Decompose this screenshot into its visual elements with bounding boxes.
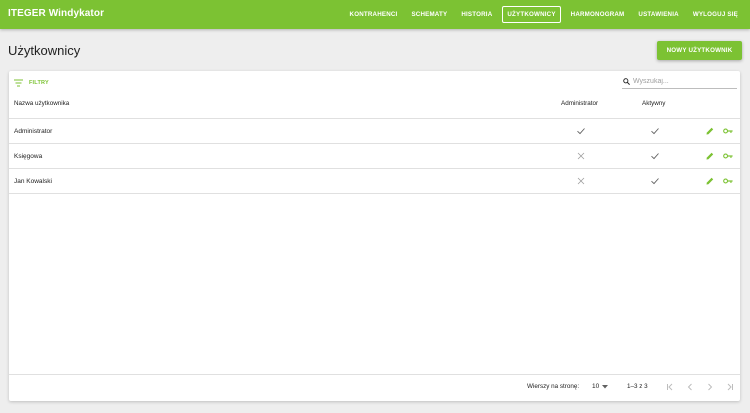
user-name: Jan Kowalski	[14, 178, 52, 185]
first-page-icon[interactable]	[666, 383, 674, 391]
nav-item-kontrahenci[interactable]: KONTRAHENCI	[346, 6, 402, 23]
filter-button[interactable]: FILTRY	[14, 77, 49, 89]
table-row[interactable]: Jan Kowalski	[9, 169, 740, 194]
footer-divider	[9, 374, 740, 375]
close-icon	[577, 177, 585, 185]
search-box	[622, 74, 737, 89]
column-header-active[interactable]: Aktywny	[642, 100, 665, 107]
column-header-admin[interactable]: Administrator	[561, 100, 598, 107]
page-title: Użytkownicy	[8, 43, 81, 58]
nav-item-ustawienia[interactable]: USTAWIENIA	[634, 6, 682, 23]
last-page-icon[interactable]	[726, 383, 734, 391]
nav-item-harmonogram[interactable]: HARMONOGRAM	[567, 6, 629, 23]
key-icon[interactable]	[723, 177, 733, 185]
users-table-card: FILTRY Nazwa użytkownika Administrator A…	[9, 71, 740, 401]
check-icon	[651, 128, 659, 135]
table-row[interactable]: Księgowa	[9, 144, 740, 169]
nav-item-schematy[interactable]: SCHEMATY	[407, 6, 451, 23]
search-input[interactable]	[633, 75, 733, 87]
rows-per-page-value: 10	[592, 383, 600, 390]
pagination-range: 1–3 z 3	[627, 383, 648, 390]
check-icon	[651, 178, 659, 185]
filter-list-icon	[14, 79, 23, 87]
key-icon[interactable]	[723, 152, 733, 160]
search-icon	[623, 78, 630, 85]
rows-per-page-label: Wierszy na stronę:	[527, 383, 580, 390]
app-title: ITEGER Windykator	[8, 8, 105, 19]
table-row[interactable]: Administrator	[9, 119, 740, 144]
new-user-button[interactable]: NOWY UŻYTKOWNIK	[657, 41, 742, 60]
rows-per-page-select[interactable]: 10	[592, 381, 609, 392]
main-nav: KONTRAHENCI SCHEMATY HISTORIA UŻYTKOWNIC…	[340, 5, 742, 24]
key-icon[interactable]	[723, 127, 733, 135]
check-icon	[651, 153, 659, 160]
close-icon	[577, 152, 585, 160]
user-name: Księgowa	[14, 153, 43, 160]
app-bar: ITEGER Windykator KONTRAHENCI SCHEMATY H…	[0, 0, 750, 29]
edit-icon[interactable]	[706, 127, 714, 135]
user-name: Administrator	[14, 128, 53, 135]
chevron-down-icon	[602, 384, 609, 388]
prev-page-icon[interactable]	[686, 383, 694, 391]
edit-icon[interactable]	[706, 152, 714, 160]
nav-item-uzytkownicy[interactable]: UŻYTKOWNICY	[502, 6, 561, 23]
next-page-icon[interactable]	[706, 383, 714, 391]
nav-item-wyloguj[interactable]: WYLOGUJ SIĘ	[689, 6, 742, 23]
nav-item-historia[interactable]: HISTORIA	[457, 6, 496, 23]
check-icon	[577, 128, 585, 135]
filter-label: FILTRY	[29, 80, 49, 86]
edit-icon[interactable]	[706, 177, 714, 185]
column-header-name[interactable]: Nazwa użytkownika	[14, 100, 69, 107]
